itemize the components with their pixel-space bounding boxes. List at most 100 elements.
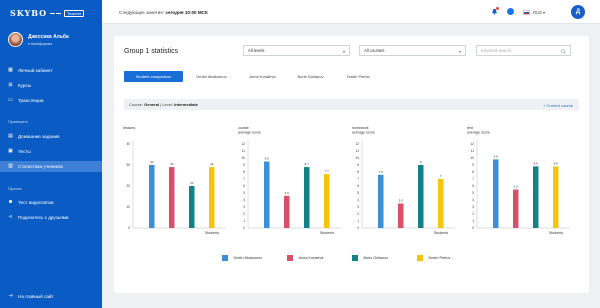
stats-card: Group 1 statistics All levels ▾ All cour… [114, 36, 589, 293]
sidebar-item-student-stats[interactable]: ▥ Статистика учеников [0, 161, 102, 172]
sidebar: SKYBO Teacher Джессика Альба ● Калифорни… [0, 0, 102, 308]
sidebar-item-label: Курсы [18, 83, 32, 88]
sidebar-item-label: Тест видеосвязи [18, 200, 54, 205]
bar-data-label: 29 [170, 162, 174, 166]
y-tick-label: 4 [472, 198, 474, 202]
profile-name: Джессика Альба [28, 33, 69, 40]
logo-dots-icon [50, 12, 62, 14]
y-tick-label: 7 [243, 177, 245, 181]
bar-data-label: 5.5 [514, 185, 519, 189]
y-tick-label: 7 [357, 177, 359, 181]
sidebar-item-label: Трансляции [18, 98, 44, 103]
next-lesson-value: сегодня 10:00 МСК [165, 10, 208, 15]
y-tick-label: 12 [355, 142, 359, 146]
y-axis-label: average score [238, 131, 261, 135]
bar [493, 159, 499, 228]
x-axis-label: Students [320, 231, 334, 235]
bar [304, 167, 310, 228]
avatar [8, 32, 23, 47]
y-axis-label: average score [352, 131, 375, 135]
bar-data-label: 7.6 [379, 170, 384, 174]
bar-data-label: 30 [150, 160, 154, 164]
notification-dot [496, 7, 499, 10]
y-tick-label: 40 [126, 142, 130, 146]
bar [553, 166, 559, 228]
y-tick-label: 5 [357, 191, 359, 195]
bar [169, 167, 175, 228]
bar [324, 174, 330, 228]
bar [418, 165, 424, 228]
next-lesson: Следующее занятие: сегодня 10:00 МСК [119, 10, 208, 15]
y-tick-label: 5 [243, 191, 245, 195]
y-tick-label: 11 [356, 149, 360, 153]
russia-flag-icon[interactable] [523, 10, 530, 15]
exit-icon: ⇥ [8, 293, 13, 299]
bar-data-label: 29 [210, 162, 214, 166]
y-tick-label: 1 [472, 219, 474, 223]
legend-label: Dmitri Abakumov [233, 256, 263, 260]
user-avatar[interactable]: Д [571, 5, 585, 19]
y-tick-label: 5 [472, 191, 474, 195]
bar-data-label: 8.8 [554, 161, 559, 165]
logo-badge: Teacher [64, 9, 85, 17]
y-tick-label: 0 [472, 226, 474, 230]
bar [533, 166, 539, 228]
profile[interactable]: Джессика Альба ● Калифорния [8, 32, 69, 47]
language-select[interactable]: RUS ▾ [533, 10, 545, 15]
legend-item: Dmitri Petrov [416, 255, 482, 261]
y-tick-label: 0 [357, 226, 359, 230]
y-tick-label: 11 [242, 149, 246, 153]
legend-item: Dmitri Abakumov [221, 255, 287, 261]
y-axis-label: average score [467, 131, 490, 135]
share-icon: ⋖ [8, 214, 13, 220]
y-tick-label: 9 [472, 163, 474, 167]
legend-item: Anna Koraleva [286, 255, 352, 261]
y-tick-label: 4 [243, 198, 245, 202]
logo[interactable]: SKYBO Teacher [10, 8, 85, 18]
bar-data-label: 4.6 [285, 191, 290, 195]
logo-text: SKYBO [10, 8, 48, 18]
sidebar-item-dashboard[interactable]: ▦ Личный кабинет [0, 65, 102, 76]
bar-data-label: 9 [420, 160, 422, 164]
legend-item: Boris Golianov [351, 255, 417, 261]
x-axis-label: Students [205, 231, 219, 235]
bar-data-label: 8.7 [305, 162, 310, 166]
bar-data-label: 9.5 [265, 157, 270, 161]
legend-swatch [416, 255, 423, 261]
sidebar-item-broadcasts[interactable]: ▭ Трансляции [0, 95, 102, 106]
grid-icon: ▦ [8, 67, 13, 73]
chart-legend: Dmitri Abakumov Anna Koraleva Boris Goli… [114, 255, 589, 261]
bar [398, 203, 404, 228]
y-tick-label: 6 [357, 184, 359, 188]
y-tick-label: 10 [126, 205, 130, 209]
y-tick-label: 1 [243, 219, 245, 223]
y-tick-label: 2 [472, 212, 474, 216]
legend-label: Boris Golianov [363, 256, 389, 260]
sidebar-item-courses[interactable]: ⊞ Курсы [0, 80, 102, 91]
legend-swatch [351, 255, 358, 261]
bar-data-label: 8.8 [534, 161, 539, 165]
section-other-title: Прочее [8, 186, 22, 191]
y-tick-label: 11 [471, 149, 475, 153]
y-tick-label: 4 [357, 198, 359, 202]
y-axis-label: lessons [123, 126, 135, 130]
next-lesson-label: Следующее занятие: [119, 10, 165, 15]
back-to-site-label: На главный сайт [18, 294, 54, 299]
bar [284, 195, 290, 228]
sidebar-item-video-test[interactable]: ◙ Тест видеосвязи [0, 197, 102, 208]
sidebar-item-homework[interactable]: ▤ Домашние задания [0, 131, 102, 142]
y-tick-label: 9 [243, 163, 245, 167]
camera-icon: ◙ [8, 199, 13, 205]
y-tick-label: 0 [243, 226, 245, 230]
y-tick-label: 30 [126, 163, 130, 167]
back-to-site-link[interactable]: ⇥ На главный сайт [0, 291, 102, 302]
sidebar-item-share[interactable]: ⋖ Поделитесь с друзьями [0, 212, 102, 223]
bar-data-label: 7 [440, 174, 442, 178]
bar-data-label: 7.7 [325, 169, 330, 173]
gear-icon[interactable] [507, 8, 514, 15]
topbar: Следующее занятие: сегодня 10:00 МСК RUS… [102, 0, 600, 24]
bar [209, 167, 215, 228]
y-tick-label: 2 [243, 212, 245, 216]
legend-swatch [286, 255, 293, 261]
sidebar-item-tests[interactable]: ▣ Тесты [0, 146, 102, 157]
